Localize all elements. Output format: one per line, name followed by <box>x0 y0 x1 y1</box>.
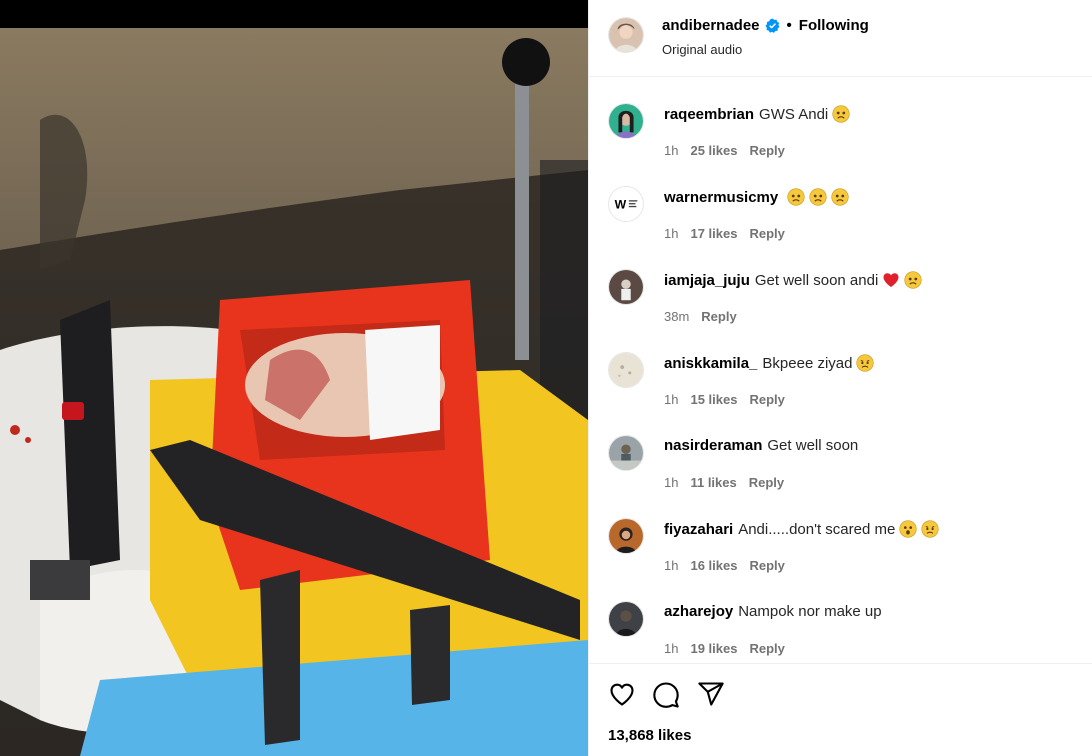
comment-text: GWS Andi <box>759 105 829 123</box>
comment-body: fiyazahari Andi.....don't scared me <box>664 520 939 538</box>
verified-badge-icon <box>765 18 780 33</box>
comment-time[interactable]: 1h <box>664 558 678 573</box>
commenter-avatar[interactable] <box>608 352 644 388</box>
comment-meta: 1h 15 likes Reply <box>664 392 785 407</box>
reply-button[interactable]: Reply <box>749 558 784 573</box>
comment-text: Nampok nor make up <box>738 603 882 620</box>
comment-item: iamjaja_juju Get well soon andi 38m Reply <box>589 244 1092 327</box>
comment-time[interactable]: 38m <box>664 309 689 324</box>
reply-button[interactable]: Reply <box>749 226 784 241</box>
comment-likes[interactable]: 25 likes <box>690 143 737 158</box>
frowning-face-emoji-icon <box>787 188 805 206</box>
sad-face-emoji-icon <box>856 354 875 372</box>
reply-button[interactable]: Reply <box>749 143 784 158</box>
commenter-avatar[interactable] <box>608 518 644 554</box>
commenter-avatar[interactable] <box>608 601 644 637</box>
comment-item: fiyazahari Andi.....don't scared me 1h 16 l… <box>589 493 1092 576</box>
commenter-username[interactable]: warnermusicmy <box>664 189 778 206</box>
comment-text: Get well soon andi <box>754 271 879 289</box>
author-row: andibernadee • Following <box>662 17 869 34</box>
comment-meta: 1h 16 likes Reply <box>664 558 785 573</box>
comment-body: aniskkamila_ Bkpeee ziyad <box>664 354 875 372</box>
commenter-username[interactable]: raqeembrian <box>664 106 754 123</box>
comment-item: aniskkamila_ Bkpeee ziyad 1h 15 likes Reply <box>589 327 1092 410</box>
post-photo[interactable] <box>0 0 588 756</box>
comment-likes[interactable]: 17 likes <box>690 226 737 241</box>
share-icon[interactable] <box>697 680 725 708</box>
commenter-avatar[interactable] <box>608 103 644 139</box>
original-audio-link[interactable]: Original audio <box>662 42 742 57</box>
post-header: andibernadee • Following Original audio <box>589 0 1092 77</box>
commenter-avatar[interactable]: W <box>608 186 644 222</box>
frowning-face-emoji-icon <box>831 188 849 206</box>
following-button[interactable]: Following <box>799 17 869 34</box>
comment-meta: 1h 11 likes Reply <box>664 475 784 490</box>
comment-likes[interactable]: 19 likes <box>690 641 737 656</box>
author-username[interactable]: andibernadee <box>662 17 760 34</box>
hushed-face-emoji-icon <box>899 520 917 538</box>
comment-time[interactable]: 1h <box>664 392 678 407</box>
commenter-username[interactable]: fiyazahari <box>664 521 733 538</box>
comment-text: Andi.....don't scared me <box>738 520 896 538</box>
commenter-avatar[interactable] <box>608 269 644 305</box>
comment-meta: 38m Reply <box>664 309 737 324</box>
commenter-username[interactable]: nasirderaman <box>664 437 762 454</box>
post-side-panel: andibernadee • Following Original audio … <box>588 0 1092 756</box>
commenter-username[interactable]: azharejoy <box>664 603 733 620</box>
reply-button[interactable]: Reply <box>749 641 784 656</box>
separator-dot: • <box>786 17 792 34</box>
comment-body: iamjaja_juju Get well soon andi <box>664 271 922 289</box>
comment-item: Wwarnermusicmy 1h 17 likes Reply <box>589 161 1092 244</box>
comment-time[interactable]: 1h <box>664 641 678 656</box>
svg-text:W: W <box>615 198 627 212</box>
comment-text: Bkpeee ziyad <box>762 354 853 372</box>
comment-likes[interactable]: 16 likes <box>690 558 737 573</box>
comment-body: nasirderaman Get well soon <box>664 437 858 454</box>
comment-item: azharejoy Nampok nor make up 1h 19 likes Rep… <box>589 576 1092 659</box>
comments-list[interactable]: raqeembrian GWS Andi 1h 25 likes Reply Wwarne… <box>589 78 1092 663</box>
frowning-face-emoji-icon <box>832 105 850 123</box>
reply-button[interactable]: Reply <box>749 392 784 407</box>
comment-meta: 1h 17 likes Reply <box>664 226 785 241</box>
reply-button[interactable]: Reply <box>749 475 784 490</box>
comment-body: warnermusicmy <box>664 188 849 206</box>
comment-time[interactable]: 1h <box>664 143 678 158</box>
comment-meta: 1h 19 likes Reply <box>664 641 785 656</box>
commenter-username[interactable]: aniskkamila_ <box>664 355 757 372</box>
stretcher-photo <box>0 0 588 756</box>
comment-likes[interactable]: 15 likes <box>690 392 737 407</box>
comment-body: azharejoy Nampok nor make up <box>664 603 882 620</box>
post-actions: 13,868 likes <box>589 663 1092 756</box>
commenter-username[interactable]: iamjaja_juju <box>664 272 750 289</box>
sad-face-emoji-icon <box>921 520 939 538</box>
comment-item: raqeembrian GWS Andi 1h 25 likes Reply <box>589 78 1092 161</box>
comment-text: Get well soon <box>767 437 859 454</box>
commenter-avatar[interactable] <box>608 435 644 471</box>
frowning-face-emoji-icon <box>809 188 827 206</box>
likes-count[interactable]: 13,868 likes <box>608 727 691 744</box>
comment-icon[interactable] <box>652 680 680 708</box>
reply-button[interactable]: Reply <box>701 309 736 324</box>
heart-icon[interactable] <box>608 680 636 708</box>
comment-meta: 1h 25 likes Reply <box>664 143 785 158</box>
comment-body: raqeembrian GWS Andi <box>664 105 850 123</box>
comment-time[interactable]: 1h <box>664 475 678 490</box>
comment-item: nasirderaman Get well soon 1h 11 likes Reply <box>589 410 1092 493</box>
red-heart-emoji-icon <box>882 271 900 289</box>
author-avatar[interactable] <box>608 17 644 53</box>
comment-time[interactable]: 1h <box>664 226 678 241</box>
frowning-face-emoji-icon <box>904 271 922 289</box>
comment-likes[interactable]: 11 likes <box>690 475 736 490</box>
